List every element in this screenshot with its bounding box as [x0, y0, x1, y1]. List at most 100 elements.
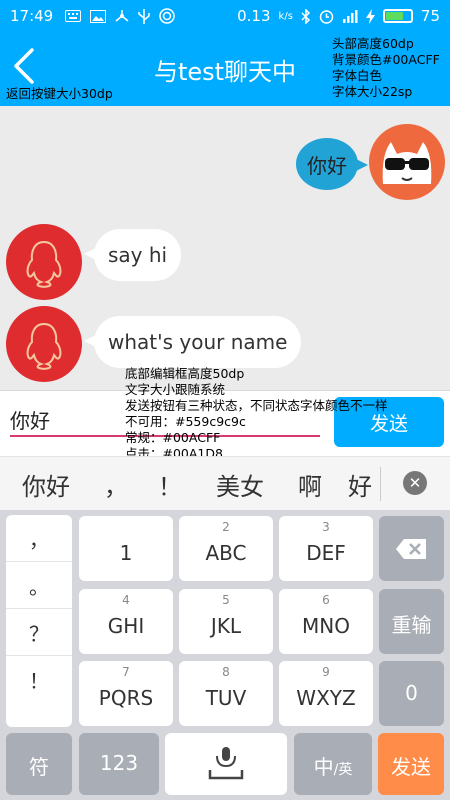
key-2[interactable]: 2 ABC [179, 516, 273, 581]
contact-avatar[interactable] [6, 224, 82, 300]
ime-send-key[interactable]: 发送 [378, 733, 444, 795]
annotation-line: 底部编辑框高度50dp [125, 366, 245, 381]
microphone-icon [208, 747, 244, 780]
key-label: 123 [99, 751, 139, 775]
status-time: 17:49 [10, 7, 54, 25]
key-label: MNO [302, 614, 350, 638]
message-bubble-incoming[interactable]: what's your name [83, 316, 302, 368]
annotation-line: 头部高度60dp [332, 36, 414, 51]
divider [380, 467, 381, 501]
candidate-word[interactable]: ， [104, 467, 128, 502]
key-label: 0 [405, 681, 418, 705]
annotation-line: 背景颜色#00ACFF [332, 52, 440, 67]
usb-icon [138, 8, 150, 24]
annotation-line: 不可用：#559c9c9c [125, 414, 246, 429]
key-label: DEF [306, 541, 346, 565]
candidate-word[interactable]: ！ [158, 467, 182, 502]
key-6[interactable]: 6 MNO [279, 589, 373, 654]
status-bar: 17:49 0.13 k/s 75 [0, 0, 450, 32]
header-annotation: 头部高度60dp 背景颜色#00ACFF 字体白色 字体大小22sp [332, 36, 440, 100]
self-avatar[interactable] [369, 124, 445, 200]
numeric-key[interactable]: 123 [79, 733, 159, 795]
qq-penguin-icon [26, 240, 62, 288]
punct-key[interactable]: 。 [6, 562, 72, 609]
key-number: 4 [122, 593, 130, 607]
candidate-word[interactable]: 美女 [216, 467, 264, 502]
key-label: TUV [205, 686, 247, 710]
annotation-line: 文字大小跟随系统 [125, 382, 226, 397]
key-number: 2 [222, 520, 230, 534]
key-5[interactable]: 5 JKL [179, 589, 273, 654]
network-speed: 0.13 [237, 7, 271, 25]
lang-sub: /英 [333, 762, 353, 778]
punct-key[interactable]: ！ [6, 656, 72, 703]
key-number: 8 [222, 665, 230, 679]
key-number: 7 [122, 665, 130, 679]
bluetooth-icon [301, 8, 310, 24]
key-9[interactable]: 9 WXYZ [279, 661, 373, 726]
key-label: 发送 [391, 755, 431, 779]
delete-key[interactable] [379, 516, 444, 581]
back-annotation: 返回按键大小30dp [6, 86, 113, 101]
punct-key[interactable]: ？ [6, 609, 72, 656]
key-3[interactable]: 3 DEF [279, 516, 373, 581]
sunglasses-cat-icon [382, 142, 432, 184]
battery-percent: 75 [420, 7, 440, 25]
wifi-icon [342, 10, 358, 23]
key-number: 3 [322, 520, 330, 534]
key-number: 6 [322, 593, 330, 607]
alarm-icon [319, 9, 334, 24]
key-4[interactable]: 4 GHI [79, 589, 173, 654]
annotation-line: 字体大小22sp [332, 84, 413, 99]
reenter-key[interactable]: 重输 [379, 589, 444, 654]
message-bubble-self[interactable]: 你好 [296, 138, 368, 190]
symbol-key[interactable]: 符 [6, 733, 72, 795]
message-text: what's your name [108, 330, 288, 354]
annotation-line: 字体白色 [332, 68, 383, 83]
key-1[interactable]: 1 [79, 516, 173, 581]
key-label: GHI [107, 614, 145, 638]
key-label: ABC [205, 541, 247, 565]
key-8[interactable]: 8 TUV [179, 661, 273, 726]
compose-annotation: 底部编辑框高度50dp 文字大小跟随系统 发送按钮有三种状态，不同状态字体颜色不… [125, 366, 388, 462]
candidate-word[interactable]: 你好 [22, 467, 70, 502]
key-label: PQRS [98, 686, 154, 710]
annotation-line: 发送按钮有三种状态，不同状态字体颜色不一样 [125, 398, 388, 413]
message-text: say hi [108, 243, 168, 267]
qq-penguin-icon [26, 322, 62, 370]
share-icon [115, 10, 129, 22]
key-7[interactable]: 7 PQRS [79, 661, 173, 726]
battery-level [385, 12, 404, 20]
key-number: 5 [222, 593, 230, 607]
punct-key[interactable]: ， [6, 515, 72, 562]
status-right: 0.13 k/s 75 [237, 7, 440, 25]
clear-candidates-icon[interactable]: ✕ [403, 471, 427, 495]
battery-icon [382, 9, 413, 23]
image-icon [90, 9, 107, 23]
keyboard-icon [65, 10, 82, 22]
key-label: 中/英 [294, 751, 372, 780]
network-unit: k/s [278, 10, 293, 22]
key-number: 9 [322, 665, 330, 679]
zero-key[interactable]: 0 [379, 661, 444, 726]
space-key[interactable] [165, 733, 287, 795]
signal-icon [159, 8, 175, 24]
message-list[interactable]: 你好 say hi what's your name [0, 106, 450, 390]
key-label: 重输 [391, 613, 432, 637]
key-label: 符 [29, 755, 49, 779]
language-toggle-key[interactable]: 中/英 [294, 733, 372, 795]
candidate-word[interactable]: 啊 [298, 467, 322, 502]
key-label: 1 [119, 541, 133, 565]
message-text: 你好 [307, 153, 347, 178]
lang-main: 中 [313, 755, 334, 779]
key-label: WXYZ [296, 686, 356, 710]
annotation-line: 常规：#00ACFF [125, 430, 221, 445]
status-left-icons [65, 8, 175, 24]
charging-icon [365, 8, 375, 24]
contact-avatar[interactable] [6, 306, 82, 382]
message-bubble-incoming[interactable]: say hi [83, 229, 182, 281]
key-label: JKL [210, 614, 242, 638]
candidate-bar: 你好 ， ！ 美女 啊 好 [0, 456, 450, 510]
candidate-word[interactable]: 好 [348, 467, 372, 502]
backspace-icon [396, 539, 426, 559]
